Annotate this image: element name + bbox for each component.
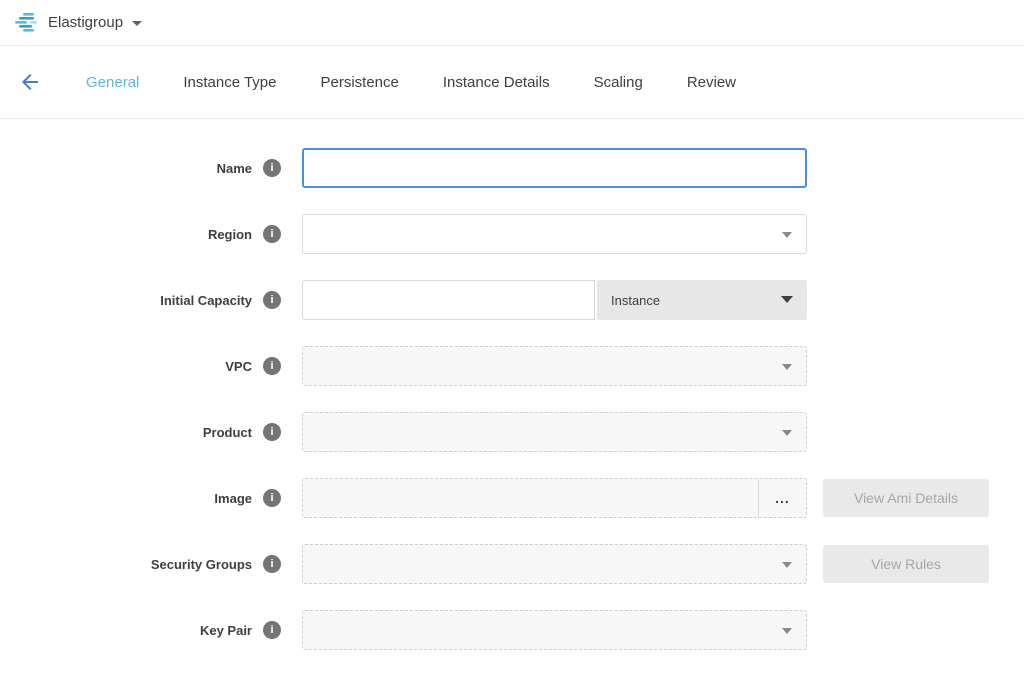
- form-row-initial-capacity: Initial Capacity i Instance: [0, 280, 1024, 320]
- key-pair-select: [302, 610, 807, 650]
- name-label: Name: [217, 161, 252, 176]
- form-row-vpc: VPC i: [0, 346, 1024, 386]
- key-pair-label: Key Pair: [200, 623, 252, 638]
- info-icon[interactable]: i: [263, 621, 281, 639]
- form-row-security-groups: Security Groups i View Rules: [0, 544, 1024, 584]
- tab-review[interactable]: Review: [687, 74, 736, 91]
- tab-persistence[interactable]: Persistence: [321, 74, 399, 91]
- tab-general[interactable]: General: [86, 74, 139, 91]
- security-groups-label: Security Groups: [151, 557, 252, 572]
- brand-title: Elastigroup: [48, 14, 123, 31]
- chevron-down-icon: [132, 21, 142, 26]
- chevron-down-icon: [782, 364, 792, 370]
- capacity-unit-select[interactable]: Instance: [597, 280, 807, 320]
- chevron-down-icon: [782, 430, 792, 436]
- image-field: ...: [302, 478, 807, 518]
- region-label: Region: [208, 227, 252, 242]
- tab-instance-type[interactable]: Instance Type: [183, 74, 276, 91]
- image-label: Image: [214, 491, 252, 506]
- initial-capacity-label: Initial Capacity: [160, 293, 252, 308]
- name-input[interactable]: [302, 148, 807, 188]
- info-icon[interactable]: i: [263, 489, 281, 507]
- vpc-label: VPC: [225, 359, 252, 374]
- vpc-select: [302, 346, 807, 386]
- info-icon[interactable]: i: [263, 291, 281, 309]
- view-ami-details-button: View Ami Details: [823, 479, 989, 517]
- product-select: [302, 412, 807, 452]
- form-row-region: Region i: [0, 214, 1024, 254]
- info-icon[interactable]: i: [263, 225, 281, 243]
- chevron-down-icon: [781, 296, 793, 303]
- security-groups-select: [302, 544, 807, 584]
- browse-image-button: ...: [758, 479, 806, 517]
- info-icon[interactable]: i: [263, 159, 281, 177]
- region-select[interactable]: [302, 214, 807, 254]
- capacity-unit-value: Instance: [611, 293, 660, 308]
- wizard-tabs: General Instance Type Persistence Instan…: [86, 74, 780, 91]
- product-label: Product: [203, 425, 252, 440]
- tab-instance-details[interactable]: Instance Details: [443, 74, 550, 91]
- back-button[interactable]: [18, 70, 42, 94]
- chevron-down-icon: [782, 562, 792, 568]
- general-settings-form: Name i Region i Initial Capacity i Insta…: [0, 119, 1024, 650]
- form-row-key-pair: Key Pair i: [0, 610, 1024, 650]
- initial-capacity-input[interactable]: [302, 280, 595, 320]
- chevron-down-icon: [782, 232, 792, 238]
- info-icon[interactable]: i: [263, 423, 281, 441]
- tab-scaling[interactable]: Scaling: [594, 74, 643, 91]
- image-value: [303, 479, 758, 517]
- view-rules-button: View Rules: [823, 545, 989, 583]
- chevron-down-icon: [782, 628, 792, 634]
- elastigroup-logo-icon: [14, 12, 39, 34]
- wizard-tab-bar: General Instance Type Persistence Instan…: [0, 46, 1024, 119]
- info-icon[interactable]: i: [263, 357, 281, 375]
- form-row-name: Name i: [0, 148, 1024, 188]
- top-bar: Elastigroup: [0, 0, 1024, 46]
- arrow-left-icon: [18, 70, 42, 94]
- info-icon[interactable]: i: [263, 555, 281, 573]
- form-row-product: Product i: [0, 412, 1024, 452]
- form-row-image: Image i ... View Ami Details: [0, 478, 1024, 518]
- brand-menu[interactable]: Elastigroup: [14, 12, 142, 34]
